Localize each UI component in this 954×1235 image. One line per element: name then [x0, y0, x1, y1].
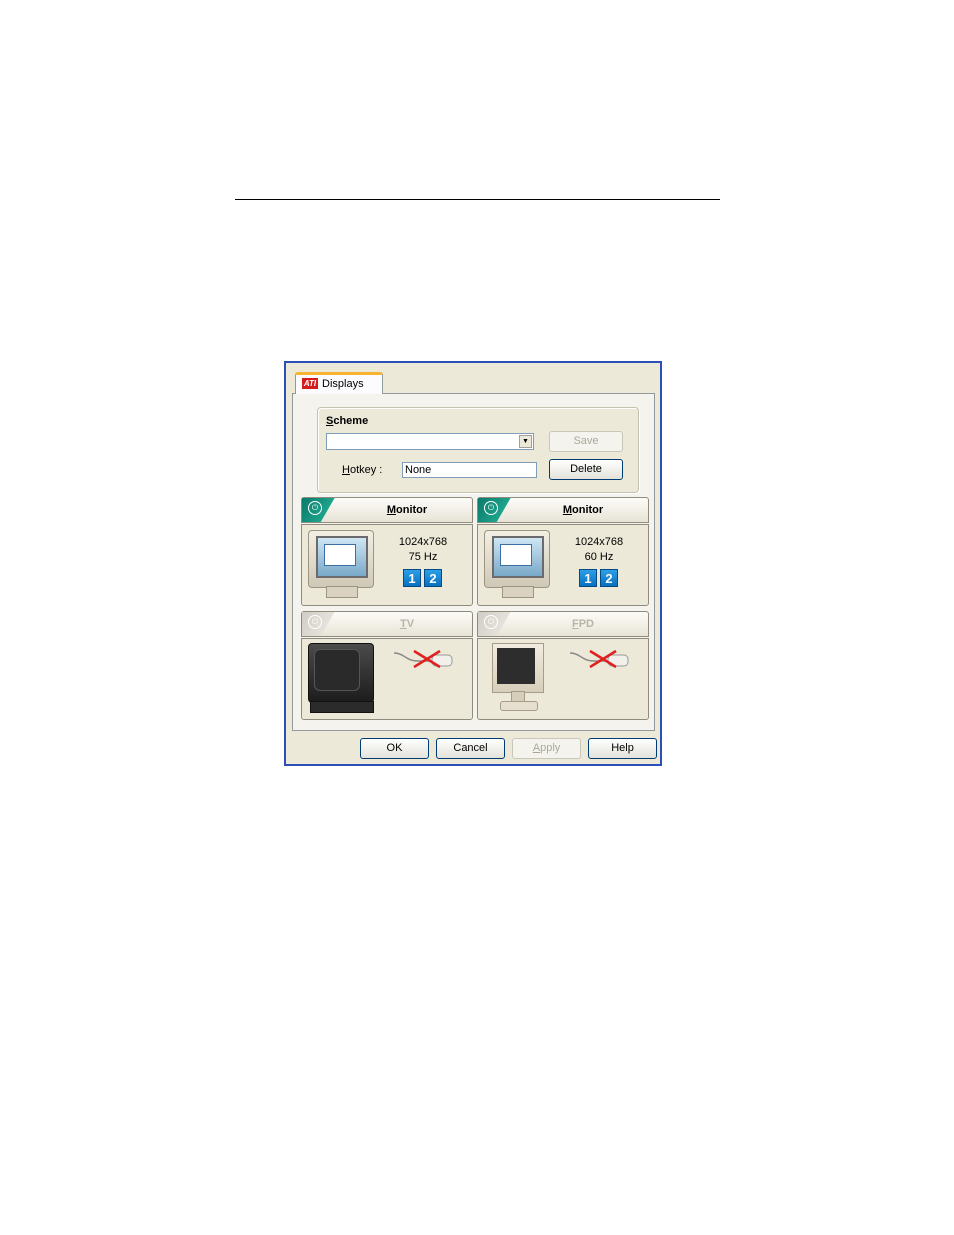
fpd-power-icon[interactable]: ⏻ — [478, 612, 518, 636]
monitor-1-info: 1024x768 75 Hz — [397, 535, 449, 565]
tab-displays[interactable]: ATI Displays — [295, 372, 383, 394]
tv-button[interactable]: ⏻ TV — [301, 611, 473, 637]
ati-logo: ATI — [302, 378, 318, 389]
help-button[interactable]: Help — [588, 738, 657, 759]
monitor-2-info: 1024x768 60 Hz — [573, 535, 625, 565]
page-divider-line — [235, 199, 720, 200]
apply-button[interactable]: Apply — [512, 738, 581, 759]
monitor-1-panel: 1024x768 75 Hz 1 2 — [301, 524, 473, 606]
fpd-panel — [477, 638, 649, 720]
scheme-title: Scheme — [326, 415, 369, 427]
disconnected-cable-icon — [569, 649, 629, 669]
monitor-2-button[interactable]: ⏻ Monitor — [477, 497, 649, 523]
chevron-down-icon[interactable]: ▼ — [519, 435, 532, 448]
tv-label: TV — [399, 618, 415, 630]
displays-panel: Scheme ▼ Save Hotkey : None Delete ⏻ Mon… — [292, 393, 655, 731]
tv-power-icon[interactable]: ⏻ — [302, 612, 342, 636]
save-button[interactable]: Save — [549, 431, 623, 452]
fpd-button[interactable]: ⏻ FPD — [477, 611, 649, 637]
tv-icon — [308, 643, 374, 715]
tab-label: Displays — [322, 378, 364, 390]
displays-dialog: ATI Displays Scheme ▼ Save Hotkey : None… — [284, 361, 662, 766]
crt-monitor-icon — [308, 530, 374, 598]
monitor-1-power-icon[interactable]: ⏻ — [302, 498, 342, 522]
fpd-label: FPD — [571, 618, 594, 630]
monitor-1-badge-1: 1 — [403, 569, 421, 587]
monitor-2-label: Monitor — [562, 504, 604, 516]
hotkey-field[interactable]: None — [402, 462, 537, 478]
tv-panel — [301, 638, 473, 720]
flat-panel-icon — [492, 643, 548, 715]
disconnected-cable-icon — [393, 649, 453, 669]
monitor-2-refresh: 60 Hz — [584, 551, 614, 563]
scheme-dropdown[interactable]: ▼ — [326, 433, 534, 450]
crt-monitor-icon — [484, 530, 550, 598]
monitor-2-power-icon[interactable]: ⏻ — [478, 498, 518, 522]
cancel-button[interactable]: Cancel — [436, 738, 505, 759]
monitor-2-resolution: 1024x768 — [574, 536, 624, 548]
delete-button[interactable]: Delete — [549, 459, 623, 480]
monitor-2-badge-1: 1 — [579, 569, 597, 587]
hotkey-label: Hotkey : — [342, 464, 383, 476]
ok-button[interactable]: OK — [360, 738, 429, 759]
monitor-1-resolution: 1024x768 — [398, 536, 448, 548]
monitor-1-button[interactable]: ⏻ Monitor — [301, 497, 473, 523]
monitor-1-badge-2: 2 — [424, 569, 442, 587]
monitor-2-badge-2: 2 — [600, 569, 618, 587]
scheme-group: Scheme ▼ Save Hotkey : None Delete — [317, 407, 639, 493]
monitor-2-panel: 1024x768 60 Hz 1 2 — [477, 524, 649, 606]
monitor-1-label: Monitor — [386, 504, 428, 516]
monitor-1-refresh: 75 Hz — [408, 551, 438, 563]
